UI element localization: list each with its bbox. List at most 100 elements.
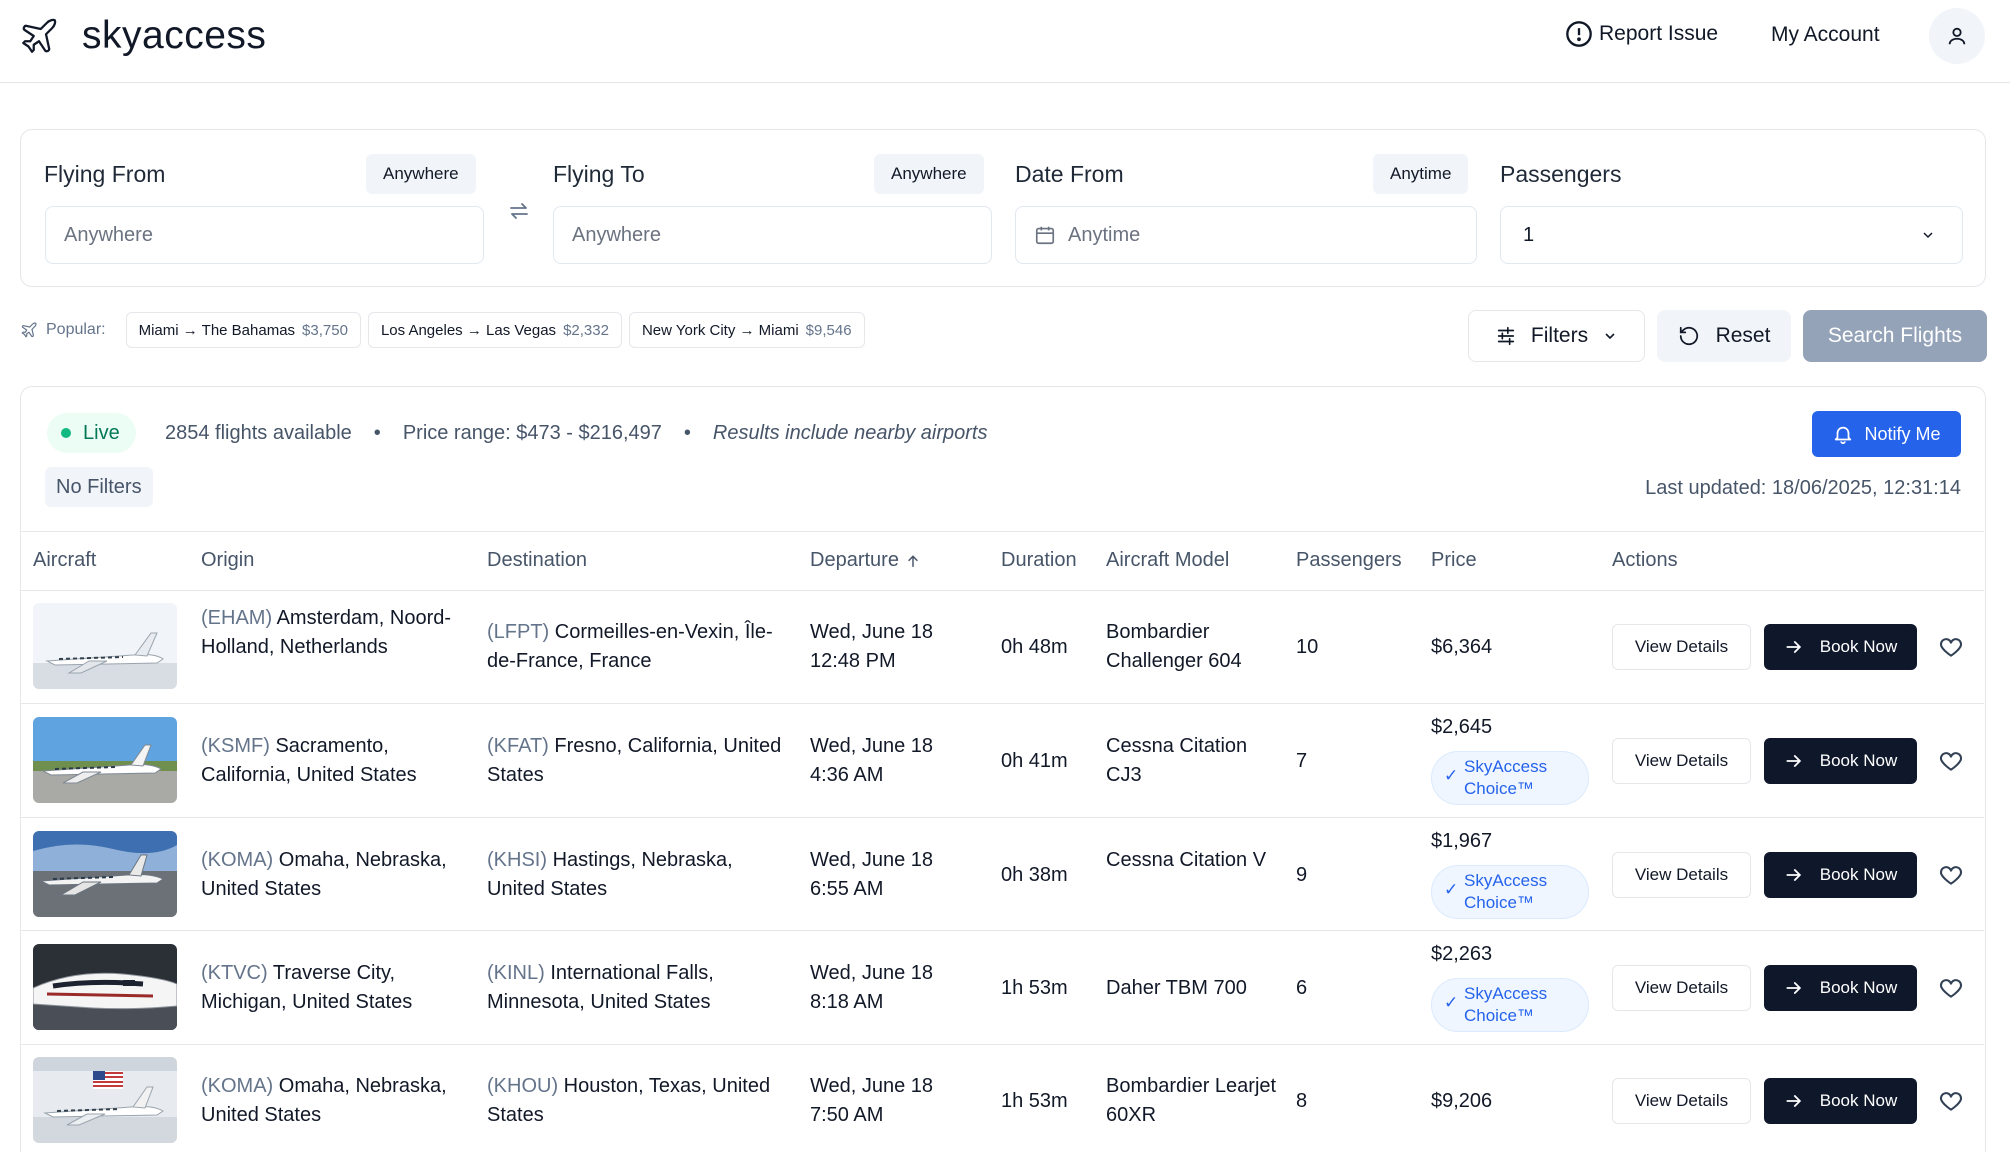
departure-cell: Wed, June 18 7:50 AM <box>810 1072 933 1130</box>
price-cell: $1,967 <box>1431 830 1493 852</box>
origin-code: (KOMA) <box>201 1075 274 1097</box>
book-now-button[interactable]: Book Now <box>1764 738 1917 784</box>
flying-from-label: Flying From <box>44 161 166 187</box>
column-departure[interactable]: Departure <box>810 549 921 572</box>
column-passengers[interactable]: Passengers <box>1296 549 1402 572</box>
column-price[interactable]: Price <box>1431 549 1477 572</box>
heart-icon[interactable] <box>1938 862 1964 888</box>
calendar-icon <box>1035 226 1055 245</box>
arrow-right-icon <box>1786 869 1801 881</box>
origin-code: (KTVC) <box>201 962 268 984</box>
popular-route-price: $9,546 <box>805 321 852 339</box>
flying-to-anywhere-chip[interactable]: Anywhere <box>874 154 984 194</box>
skyaccess-choice-badge: ✓ SkyAccess Choice™ <box>1431 978 1589 1032</box>
column-aircraft-model[interactable]: Aircraft Model <box>1106 549 1229 572</box>
choice-label: SkyAccess Choice™ <box>1464 871 1548 912</box>
column-origin[interactable]: Origin <box>201 549 254 572</box>
table-row[interactable]: (KSMF) Sacramento, California, United St… <box>21 704 1984 818</box>
flying-from-anywhere-chip[interactable]: Anywhere <box>366 154 476 194</box>
notify-label: Notify Me <box>1864 423 1941 444</box>
book-now-button[interactable]: Book Now <box>1764 965 1917 1011</box>
aircraft-thumbnail <box>33 603 177 689</box>
live-label: Live <box>83 421 120 444</box>
destination-cell: (LFPT) Cormeilles-en-Vexin, Île-de-Franc… <box>487 618 787 676</box>
departure-cell: Wed, June 18 6:55 AM <box>810 846 933 904</box>
popular-route-price: $3,750 <box>302 321 348 339</box>
view-details-button[interactable]: View Details <box>1612 965 1751 1011</box>
departure-cell: Wed, June 18 8:18 AM <box>810 959 933 1017</box>
view-details-button[interactable]: View Details <box>1612 738 1751 784</box>
filters-button[interactable]: Filters <box>1468 310 1645 362</box>
column-departure-label: Departure <box>810 549 899 571</box>
price-range: Price range: $473 - $216,497 <box>402 422 662 444</box>
departure-time: 6:55 AM <box>810 878 884 900</box>
book-now-label: Book Now <box>1819 1091 1898 1110</box>
column-aircraft: Aircraft <box>33 549 97 571</box>
origin-code: (EHAM) <box>201 607 273 629</box>
popular-route-chip[interactable]: Los Angeles → Las Vegas $2,332 <box>367 312 622 348</box>
departure-date: Wed, June 18 <box>810 849 934 871</box>
flying-to-input[interactable]: Anywhere <box>553 206 992 264</box>
heart-icon[interactable] <box>1938 1088 1964 1114</box>
heart-icon[interactable] <box>1938 748 1964 774</box>
my-account-link[interactable]: My Account <box>1771 23 1880 47</box>
date-anytime-chip[interactable]: Anytime <box>1373 154 1469 194</box>
date-from-input[interactable]: Anytime <box>1015 206 1477 264</box>
swap-arrows-icon[interactable] <box>507 199 531 223</box>
search-flights-button[interactable]: Search Flights <box>1803 310 1987 362</box>
aircraft-model-cell: Bombardier Learjet 60XR <box>1106 1075 1277 1126</box>
passengers-cell: 10 <box>1296 636 1319 658</box>
table-row[interactable]: (KTVC) Traverse City, Michigan, United S… <box>21 931 1984 1045</box>
alert-circle-icon <box>1566 21 1592 47</box>
price-cell: $6,364 <box>1431 636 1493 658</box>
passengers-select[interactable]: 1 <box>1500 206 1963 264</box>
arrow-right-icon <box>1786 641 1801 653</box>
view-details-button[interactable]: View Details <box>1612 624 1751 670</box>
destination-code: (KINL) <box>487 962 545 984</box>
departure-cell: Wed, June 18 12:48 PM <box>810 618 933 676</box>
chevron-down-icon <box>1605 333 1615 340</box>
aircraft-thumbnail <box>33 944 177 1030</box>
flying-to-label: Flying To <box>553 161 645 187</box>
aircraft-thumbnail <box>33 831 177 917</box>
origin-cell: (KTVC) Traverse City, Michigan, United S… <box>201 959 471 1017</box>
skyaccess-choice-badge: ✓ SkyAccess Choice™ <box>1431 865 1589 919</box>
report-issue-link[interactable]: Report Issue <box>1565 20 1718 48</box>
departure-time: 12:48 PM <box>810 650 896 672</box>
heart-icon[interactable] <box>1938 975 1964 1001</box>
column-destination[interactable]: Destination <box>487 549 587 572</box>
price-cell: $2,645 <box>1431 716 1493 738</box>
table-row[interactable]: (KOMA) Omaha, Nebraska, United States (K… <box>21 818 1984 931</box>
date-from-placeholder: Anytime <box>1068 223 1141 246</box>
date-from-label: Date From <box>1015 161 1124 187</box>
notify-me-button[interactable]: Notify Me <box>1812 411 1961 457</box>
departure-time: 4:36 AM <box>810 764 884 786</box>
view-details-button[interactable]: View Details <box>1612 852 1751 898</box>
departure-time: 8:18 AM <box>810 991 884 1013</box>
book-now-button[interactable]: Book Now <box>1764 624 1917 670</box>
table-row[interactable]: (KOMA) Omaha, Nebraska, United States (K… <box>21 1045 1984 1152</box>
view-details-button[interactable]: View Details <box>1612 1078 1751 1124</box>
logo[interactable]: skyaccess <box>18 14 266 58</box>
column-duration[interactable]: Duration <box>1001 549 1077 572</box>
rotate-icon <box>1679 326 1698 346</box>
avatar[interactable] <box>1929 8 1985 64</box>
popular-route-chip[interactable]: Miami → The Bahamas $3,750 <box>125 312 361 348</box>
popular-route-name: New York City → Miami <box>641 321 799 339</box>
reset-button[interactable]: Reset <box>1657 310 1791 362</box>
price-cell: $2,263 <box>1431 943 1493 965</box>
book-now-label: Book Now <box>1819 865 1898 884</box>
book-now-button[interactable]: Book Now <box>1764 1078 1917 1124</box>
destination-code: (KHOU) <box>487 1075 559 1097</box>
last-updated: Last updated: 18/06/2025, 12:31:14 <box>1645 477 1961 499</box>
flying-from-input[interactable]: Anywhere <box>45 206 484 264</box>
table-row[interactable]: (EHAM) Amsterdam, Noord-Holland, Netherl… <box>21 591 1984 704</box>
passengers-cell: 6 <box>1296 977 1308 999</box>
book-now-button[interactable]: Book Now <box>1764 852 1917 898</box>
heart-icon[interactable] <box>1938 634 1964 660</box>
search-form: Flying From Anywhere Anywhere Flying To … <box>20 129 1986 287</box>
destination-cell: (KINL) International Falls, Minnesota, U… <box>487 959 787 1017</box>
departure-date: Wed, June 18 <box>810 621 934 643</box>
popular-route-chip[interactable]: New York City → Miami $9,546 <box>628 312 865 348</box>
origin-cell: (KOMA) Omaha, Nebraska, United States <box>201 846 471 904</box>
